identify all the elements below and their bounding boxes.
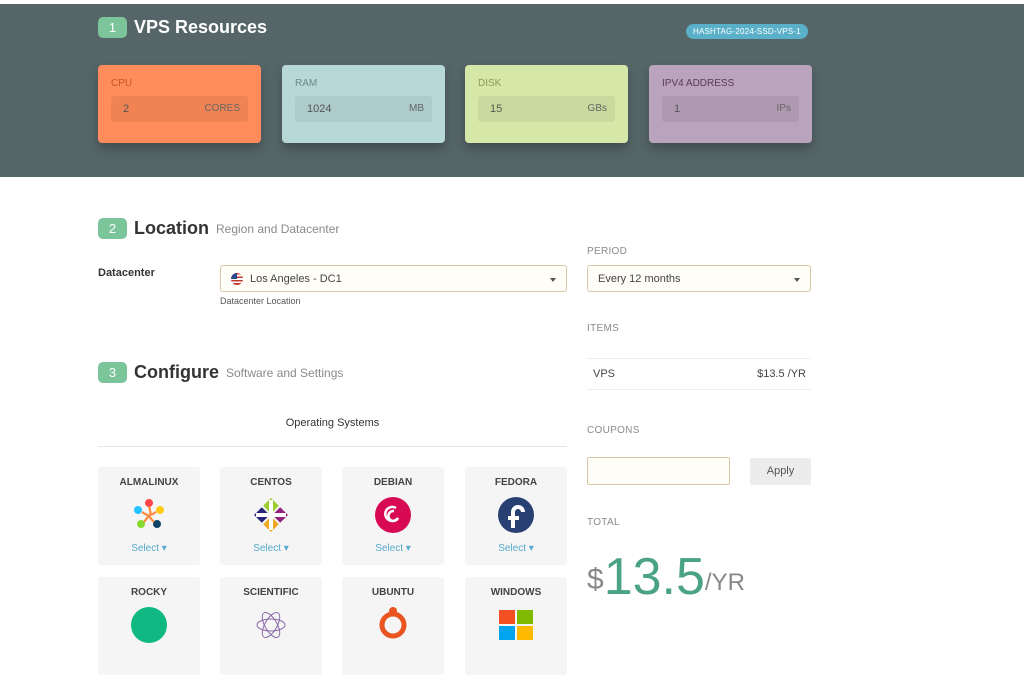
datacenter-value: Los Angeles - DC1 (250, 272, 342, 285)
disk-unit: GBs (587, 103, 607, 114)
os-card-fedora[interactable]: FEDORA Select ▾ (465, 467, 567, 565)
apply-button[interactable]: Apply (750, 458, 811, 485)
total-label: TOTAL (587, 517, 620, 528)
items-label: ITEMS (587, 323, 620, 334)
total-period: /YR (704, 569, 745, 596)
item-name: VPS (593, 368, 616, 380)
almalinux-logo-icon (134, 499, 164, 528)
disk-label: DISK (478, 78, 502, 89)
total-price: $ 13.5 /YR (587, 543, 745, 603)
section-title: Configure (134, 362, 219, 382)
datacenter-hint: Datacenter Location (220, 296, 301, 306)
cpu-unit: CORES (204, 103, 240, 114)
ipv4-value: 1 (674, 103, 681, 115)
step-badge: 3 (98, 362, 127, 383)
ubuntu-logo-icon (379, 607, 407, 639)
period-label: PERIOD (587, 246, 628, 257)
plan-tag: HASHTAG-2024-SSD-VPS-1 (686, 24, 808, 39)
os-name: CENTOS (250, 477, 292, 488)
os-name: ROCKY (130, 587, 168, 598)
ram-label: RAM (295, 78, 318, 89)
scientific-logo-icon (256, 612, 286, 638)
section-title: VPS Resources (134, 17, 268, 37)
select-dropdown[interactable]: Select ▾ (220, 543, 322, 554)
os-card-almalinux[interactable]: ALMALINUX Select ▾ (98, 467, 200, 565)
total-amount: 13.5 (603, 548, 705, 606)
coupon-input[interactable] (587, 457, 730, 485)
tab-label: Operating Systems (285, 417, 380, 429)
vps-resources-heading: 1 VPS Resources (98, 17, 267, 38)
ram-card: RAM 1024 MB (282, 65, 445, 143)
cpu-label: CPU (111, 78, 133, 89)
os-card-rocky[interactable]: ROCKY (98, 577, 200, 675)
os-card-debian[interactable]: DEBIAN Select ▾ (342, 467, 444, 565)
centos-logo-icon (254, 498, 288, 532)
coupons-label: COUPONS (587, 425, 640, 436)
ram-value: 1024 (307, 103, 332, 115)
period-value: Every 12 months (598, 272, 681, 285)
cpu-card: CPU 2 CORES (98, 65, 261, 143)
step-badge: 2 (98, 218, 127, 239)
divider (587, 358, 811, 359)
section-title: Location (134, 218, 209, 238)
disk-card: DISK 15 GBs (465, 65, 628, 143)
os-card-centos[interactable]: CENTOS Select ▾ (220, 467, 322, 565)
select-dropdown[interactable]: Select ▾ (465, 543, 567, 554)
os-name: ALMALINUX (119, 477, 179, 488)
disk-value-box: 15 GBs (478, 96, 615, 122)
ipv4-unit: IPs (776, 103, 791, 114)
tab-operating-systems[interactable]: Operating Systems (98, 417, 567, 447)
windows-logo-icon (499, 610, 533, 640)
period-select[interactable]: Every 12 months (587, 265, 811, 292)
location-heading: 2 Location Region and Datacenter (98, 218, 339, 239)
ram-unit: MB (409, 103, 424, 114)
os-name: UBUNTU (371, 587, 415, 598)
chevron-down-icon (550, 278, 556, 282)
os-card-ubuntu[interactable]: UBUNTU (342, 577, 444, 675)
step-badge: 1 (98, 17, 127, 38)
os-name: FEDORA (494, 477, 538, 488)
debian-logo-icon (375, 497, 411, 533)
cpu-value-box: 2 CORES (111, 96, 248, 122)
os-name: SCIENTIFIC (243, 587, 299, 598)
datacenter-label: Datacenter (98, 267, 155, 279)
os-name: DEBIAN (373, 477, 413, 488)
select-dropdown[interactable]: Select ▾ (98, 543, 200, 554)
us-flag-icon (231, 272, 243, 285)
chevron-down-icon (794, 278, 800, 282)
rocky-logo-icon (131, 607, 167, 643)
ipv4-card: IPV4 ADDRESS 1 IPs (649, 65, 812, 143)
ram-value-box: 1024 MB (295, 96, 432, 122)
section-subtitle: Software and Settings (226, 365, 344, 380)
os-name: WINDOWS (490, 587, 542, 598)
divider (587, 389, 811, 390)
os-card-scientific[interactable]: SCIENTIFIC (220, 577, 322, 675)
currency-symbol: $ (587, 563, 604, 596)
item-price: $13.5 /YR (757, 368, 806, 380)
ipv4-label: IPV4 ADDRESS (662, 78, 735, 89)
section-subtitle: Region and Datacenter (216, 221, 340, 236)
datacenter-select[interactable]: Los Angeles - DC1 (220, 265, 567, 292)
fedora-logo-icon (498, 497, 534, 533)
os-card-windows[interactable]: WINDOWS (465, 577, 567, 675)
select-dropdown[interactable]: Select ▾ (342, 543, 444, 554)
disk-value: 15 (490, 103, 503, 115)
ipv4-value-box: 1 IPs (662, 96, 799, 122)
configure-heading: 3 Configure Software and Settings (98, 362, 343, 383)
cpu-value: 2 (123, 103, 130, 115)
